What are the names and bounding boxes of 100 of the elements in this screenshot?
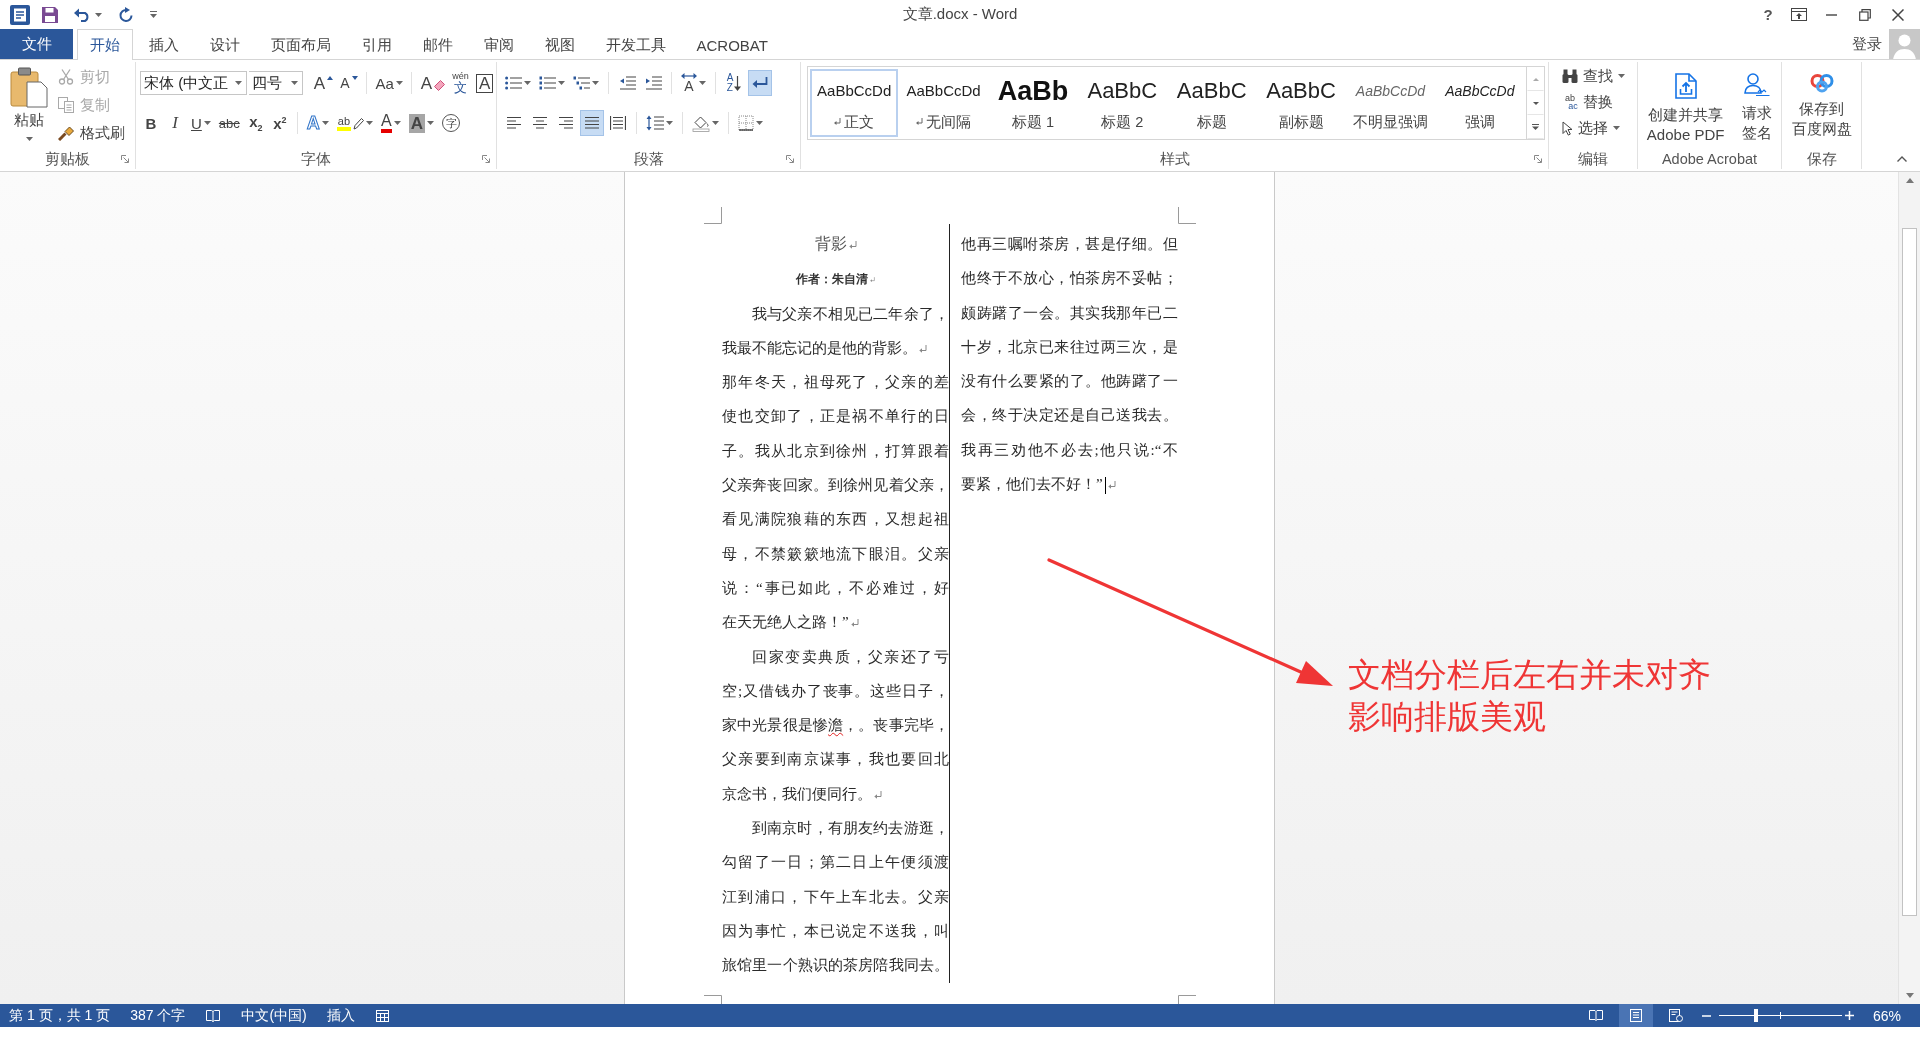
down-triangle-icon [351,76,358,80]
more-icon [1532,124,1539,130]
help-button[interactable]: ? [1754,2,1782,27]
find-button[interactable]: 查找 [1559,63,1637,89]
ribbon-tab[interactable]: 开始 [77,29,133,60]
dialog-launcher-button[interactable] [119,153,131,165]
paragraph-text: 回家变卖典质，父亲还了亏 空;又借钱办了丧事。这些日子， 家中光景很是惨澹，。丧事完毕， 父亲要到南京谋事，我也要回北 京念书，我们便同行。 [722,648,949,802]
ribbon-tab[interactable]: 插入 [133,29,194,60]
sign-in-link[interactable]: 登录 [1845,29,1889,59]
eraser-icon [434,80,445,91]
scrollbar-thumb[interactable] [1902,228,1917,916]
copy-icon [58,97,74,113]
text-effects-button[interactable]: A [303,110,332,136]
font-color-button[interactable]: A [378,110,404,136]
underline-button[interactable]: U [188,110,214,136]
highlight-button[interactable]: ab [333,110,377,136]
dialog-launcher-button[interactable] [1532,153,1544,165]
cloud-rings-icon [1809,73,1834,93]
dropdown-icon [150,11,157,18]
restore-icon [1858,8,1871,21]
insert-mode-button[interactable]: 插入 [321,1004,360,1027]
ribbon-tab[interactable]: 邮件 [407,29,468,60]
character-shading-button[interactable]: A [405,110,437,136]
caret-icon [1618,74,1625,78]
caret-icon [558,81,565,85]
caret-icon [393,121,401,125]
caret-icon [366,121,374,125]
justify-button[interactable] [580,110,604,136]
language-button[interactable]: 中文(中国) [236,1004,312,1027]
paragraph-text: 他再三嘱咐茶房，甚是仔细。但 他终于不放心，怕茶房不妥帖； 颇踌躇了一会。其实我那年已二 十岁，北京已来往过两三次，是 没有什么要紧的了。他踌躇了一 会，终于决定还是自己送我去。 我再三劝他不必去;他只说:“不 要紧，他们去不好！” [961,236,1178,493]
up-triangle-icon [1532,77,1539,81]
font-name-field[interactable]: 宋体 (中文正 [140,71,248,95]
paintbrush-icon [58,125,74,141]
decrease-indent-icon [618,76,636,90]
line-spacing-icon [646,115,664,131]
page-icon [1629,1009,1642,1022]
change-case-button[interactable]: Aa [373,70,406,96]
sort-button[interactable]: AZ [722,70,746,96]
subscript-button[interactable]: x$_{2}$ [244,110,267,136]
request-signature-button[interactable]: 请求 签名 [1739,72,1776,149]
dialog-launcher-button[interactable] [480,153,492,165]
multilevel-list-icon [573,76,590,90]
group-label: 样式 [1159,149,1190,169]
ribbon-tab[interactable]: 开发工具 [590,29,681,60]
create-pdf-button[interactable]: 创建并共享 Adobe PDF [1643,72,1728,149]
italic-button[interactable]: I [164,110,186,136]
phonetic-guide-button[interactable]: wén 文 [449,70,472,96]
show-marks-button[interactable] [748,70,772,96]
page-count-label[interactable]: 第 1 页，共 1 页 [4,1004,116,1027]
bold-button[interactable]: B [140,110,162,136]
up-triangle-icon [327,76,334,80]
file-tab[interactable]: 文件 [0,29,73,59]
group-label: 保存 [1806,149,1837,169]
print-layout-button[interactable] [1618,1004,1653,1027]
align-left-icon [506,116,522,130]
save-to-cloud-button[interactable]: 保存到 百度网盘 [1788,72,1855,149]
ribbon-tab[interactable]: 页面布局 [255,29,346,60]
caret-icon [203,121,211,125]
zoom-level-button[interactable]: 66% [1867,1004,1906,1027]
zoom-slider-thumb[interactable] [1753,1009,1758,1022]
format-painter-button[interactable]: 格式刷 [54,119,129,147]
style-item[interactable]: AaBbCcDd 强调 [1435,69,1524,137]
style-item[interactable]: AaBbCcDd 不明显强调 [1346,69,1435,137]
select-button[interactable]: 选择 [1559,115,1637,141]
align-right-icon [558,116,574,130]
ribbon-options-icon [1790,8,1807,21]
font-size-field[interactable]: 四号 [249,71,304,95]
word-count-label[interactable]: 387 个字 [125,1004,191,1027]
vertical-scrollbar[interactable] [1898,172,1920,1004]
style-item[interactable]: AaBbCcDd 正文 [810,69,899,137]
style-item[interactable]: AaBbC 标题 2 [1078,69,1167,137]
shrink-font-button[interactable]: A [337,70,361,96]
ribbon-tab[interactable]: 审阅 [468,29,529,60]
ribbon-tab[interactable]: 引用 [346,29,407,60]
style-item[interactable]: AaBb 标题 1 [988,69,1078,137]
web-page-icon [1668,1009,1683,1022]
down-triangle-icon [1532,101,1539,105]
paste-button[interactable]: 粘贴 [6,63,52,149]
ribbon-tab[interactable]: ACROBAT [681,29,784,60]
bullet-list-icon [505,76,522,90]
strikethrough-button[interactable]: abc [215,110,243,136]
align-center-icon [532,116,548,130]
ribbon-tab[interactable]: 视图 [529,29,590,60]
down-triangle-icon [1905,993,1914,998]
down-arrow-icon [734,75,742,91]
asian-layout-button[interactable]: A [678,70,709,96]
clear-formatting-button[interactable]: A [418,70,448,96]
distribute-icon [610,116,626,130]
style-item[interactable]: AaBbC 副标题 [1256,69,1346,137]
style-item[interactable]: AaBbCcDd 无间隔 [899,69,988,137]
caret-icon [524,81,531,85]
paragraph-text: 那年冬天，祖母死了，父亲的差 使也交卸了，正是祸不单行的日 子。我从北京到徐州，打算跟着 父亲奔丧回家。到徐州见着父亲， 看见满院狼藉的东西，又想起祖 母，不禁簌簌地流下眼泪。父亲 说：“事已如此，不必难过，好 在天无绝人之路！” [722,374,949,631]
dialog-launcher-button[interactable] [784,153,796,165]
ribbon-tab[interactable]: 设计 [194,29,255,60]
scissors-icon [58,69,74,85]
grow-font-button[interactable]: A [311,70,336,96]
return-arrow-icon [752,76,768,90]
superscript-button[interactable]: x$^{2}$ [268,110,291,136]
style-item[interactable]: AaBbC 标题 [1167,69,1256,137]
paint-bucket-icon [692,114,710,132]
